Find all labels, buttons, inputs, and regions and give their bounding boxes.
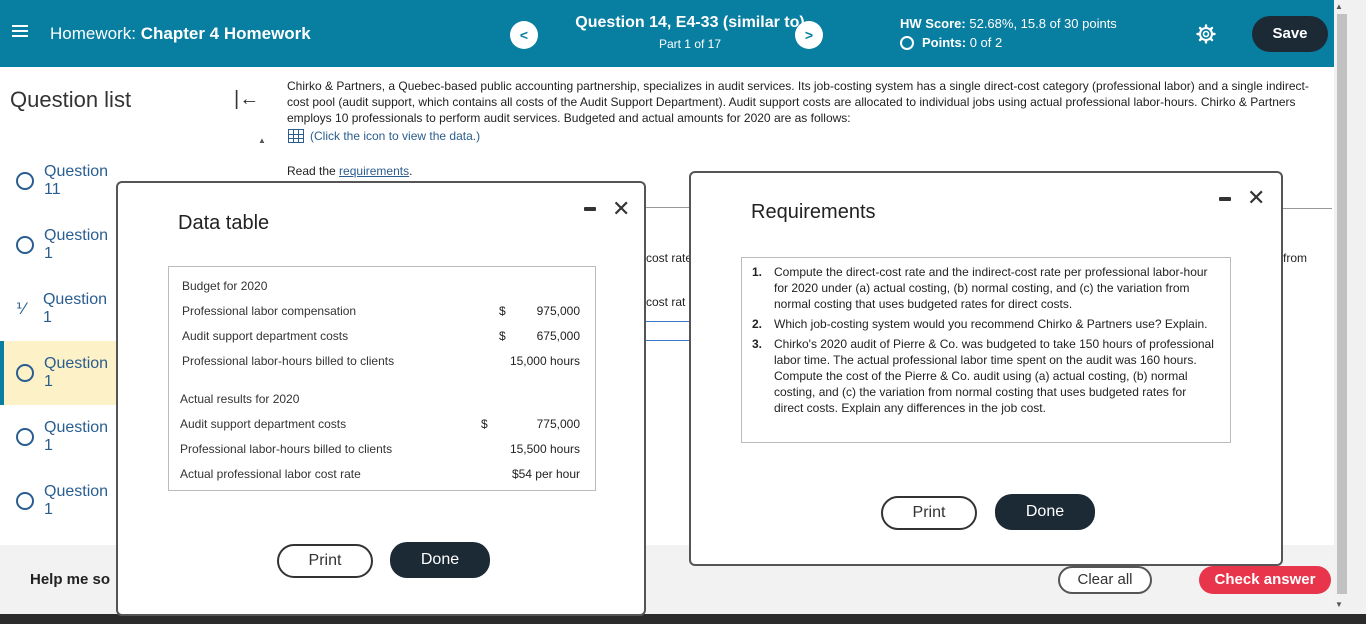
minimize-icon[interactable]	[1219, 197, 1231, 201]
gear-icon[interactable]	[1196, 24, 1216, 44]
unanswered-circle-icon	[16, 172, 34, 190]
content-scroll-up-icon[interactable]: ▲	[258, 136, 266, 145]
table-row: Budget for 2020	[182, 279, 268, 293]
requirements-link[interactable]: requirements	[339, 164, 409, 178]
table-grid-icon[interactable]	[288, 129, 304, 143]
points-status-icon	[900, 35, 914, 50]
list-item: 1. Compute the direct-cost rate and the …	[752, 265, 1208, 311]
data-table-dialog: Data table ✕ Budget for 2020 Professiona…	[116, 181, 646, 616]
problem-statement: Chirko & Partners, a Quebec-based public…	[287, 79, 1309, 125]
sidebar-question-item[interactable]: Question 11	[0, 149, 116, 213]
page-scrollbar[interactable]: ▲ ▼	[1334, 0, 1366, 614]
table-row: Professional labor-hours billed to clien…	[182, 354, 580, 368]
close-icon[interactable]: ✕	[1247, 187, 1265, 209]
scroll-down-icon[interactable]: ▼	[1335, 600, 1343, 609]
clear-all-button[interactable]: Clear all	[1058, 566, 1152, 594]
read-requirements-line: Read the requirements.	[287, 164, 413, 178]
answer-input-field[interactable]	[644, 321, 690, 341]
table-row: Audit support department costs $ 675,000	[182, 329, 580, 343]
next-question-button[interactable]: >	[795, 21, 823, 49]
done-button[interactable]: Done	[995, 494, 1095, 530]
background-from-label: from	[1283, 251, 1307, 265]
sidebar-question-item[interactable]: Question 1	[0, 405, 116, 469]
homework-title: Homework: Chapter 4 Homework	[50, 24, 311, 43]
unanswered-circle-icon	[16, 428, 34, 446]
sidebar-question-item[interactable]: Question 1	[0, 469, 116, 533]
table-row: Audit support department costs $ 775,000	[180, 417, 580, 431]
background-cost-rate-label: cost rate	[646, 251, 693, 265]
list-item: 3. Chirko's 2020 audit of Pierre & Co. w…	[752, 337, 1214, 415]
table-row: Actual professional labor cost rate $54 …	[180, 467, 580, 481]
list-item: 2. Which job-costing system would you re…	[752, 317, 1208, 331]
unanswered-circle-icon	[16, 492, 34, 510]
top-header-bar: Homework: Chapter 4 Homework < Question …	[0, 0, 1334, 67]
requirements-dialog: Requirements ✕ 1. Compute the direct-cos…	[689, 171, 1283, 566]
divider	[1282, 208, 1332, 209]
requirements-title: Requirements	[751, 201, 876, 223]
score-block: HW Score: 52.68%, 15.8 of 30 points Poin…	[900, 16, 1117, 50]
close-icon[interactable]: ✕	[612, 198, 630, 220]
scroll-up-icon[interactable]: ▲	[1335, 2, 1343, 11]
done-button[interactable]: Done	[390, 542, 490, 578]
sidebar-question-item[interactable]: ⅟ Question 1	[0, 277, 116, 341]
data-table: Budget for 2020 Professional labor compe…	[168, 266, 596, 491]
table-row: Actual results for 2020	[180, 392, 300, 406]
background-cost-rate-label: cost rat	[646, 295, 686, 309]
help-me-solve-button[interactable]: Help me so	[30, 571, 110, 588]
table-row: Professional labor-hours billed to clien…	[180, 442, 580, 456]
minimize-icon[interactable]	[584, 207, 596, 211]
collapse-sidebar-icon[interactable]: |←	[234, 88, 259, 111]
save-button[interactable]: Save	[1252, 16, 1328, 52]
print-button[interactable]: Print	[881, 496, 977, 530]
unanswered-circle-icon	[16, 236, 34, 254]
table-row: Professional labor compensation $ 975,00…	[182, 304, 580, 318]
previous-question-button[interactable]: <	[510, 21, 538, 49]
partial-credit-icon: ⅟	[16, 301, 26, 318]
scrollbar-thumb[interactable]	[1337, 14, 1347, 594]
unanswered-circle-icon	[16, 364, 34, 382]
divider	[646, 207, 691, 208]
hamburger-menu-icon[interactable]	[12, 22, 28, 44]
view-data-link[interactable]: (Click the icon to view the data.)	[288, 129, 480, 143]
sidebar-question-item[interactable]: Question 1	[0, 213, 116, 277]
print-button[interactable]: Print	[277, 544, 373, 578]
data-table-title: Data table	[178, 212, 270, 234]
sidebar-question-item-current[interactable]: Question 1	[0, 341, 116, 405]
question-list-title: Question list	[10, 87, 132, 112]
check-answer-button[interactable]: Check answer	[1199, 566, 1331, 594]
requirements-list: 1. Compute the direct-cost rate and the …	[741, 257, 1231, 443]
